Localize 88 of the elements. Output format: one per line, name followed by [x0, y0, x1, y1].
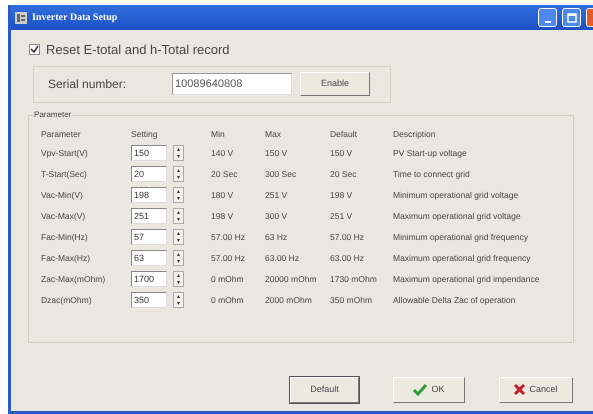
- default-button[interactable]: Default: [290, 376, 359, 402]
- min-value: 20 Sec: [211, 168, 238, 181]
- default-value: 63.00 Hz: [330, 252, 366, 265]
- max-value: 300 Sec: [265, 168, 298, 181]
- checkbox-label: Reset E-total and h-Total record: [46, 41, 230, 59]
- minimize-icon: [544, 20, 550, 22]
- down-arrow-icon[interactable]: [174, 216, 183, 224]
- setting-field[interactable]: 198: [131, 187, 167, 204]
- maximize-icon: [566, 12, 576, 22]
- down-arrow-icon[interactable]: [174, 279, 183, 286]
- column-header: Description: [393, 128, 437, 140]
- setting-field[interactable]: 57: [131, 229, 167, 246]
- close-button[interactable]: [586, 8, 593, 27]
- parameter-name: Vac-Min(V): [41, 188, 84, 202]
- min-value: 198 V: [211, 210, 234, 223]
- up-arrow-icon[interactable]: [174, 146, 183, 154]
- description: Maximum operational grid frequency: [393, 252, 532, 265]
- checkbox[interactable]: [29, 44, 40, 56]
- max-value: 150 V: [265, 146, 288, 160]
- serial-field[interactable]: 10089640808: [172, 73, 292, 95]
- default-value: 198 V: [330, 188, 354, 202]
- description: Maximum operational grid voltage: [393, 210, 522, 223]
- description: Maximum operational grid impendance: [393, 272, 540, 286]
- max-value: 63 Hz: [265, 230, 288, 244]
- default-value: 150 V: [330, 146, 354, 160]
- description: Minimum operational grid frequency: [393, 230, 530, 244]
- down-arrow-icon[interactable]: [174, 237, 183, 244]
- parameter-name: Fac-Max(Hz): [41, 252, 92, 265]
- column-header: Parameter: [41, 128, 82, 140]
- setting-field[interactable]: 251: [131, 208, 167, 224]
- default-value: 57.00 Hz: [330, 230, 366, 244]
- default-value: 20 Sec: [330, 168, 358, 181]
- parameter-name: Fac-Min(Hz): [41, 230, 89, 244]
- max-value: 2000 mOhm: [265, 294, 313, 307]
- column-header: Default: [330, 128, 358, 140]
- min-value: 140 V: [211, 146, 234, 160]
- ok-button[interactable]: OK: [393, 376, 465, 402]
- parameter-name: Vpv-Start(V): [41, 146, 89, 160]
- cancel-button[interactable]: Cancel: [499, 376, 573, 402]
- description: Allowable Delta Zac of operation: [393, 294, 516, 307]
- down-arrow-icon[interactable]: [174, 300, 183, 308]
- down-arrow-icon[interactable]: [174, 153, 183, 160]
- up-arrow-icon[interactable]: [174, 251, 183, 258]
- parameter-name: Vac-Max(V): [41, 210, 86, 223]
- up-arrow-icon[interactable]: [174, 188, 183, 196]
- maximize-button[interactable]: [562, 8, 581, 27]
- minimize-button[interactable]: [538, 8, 557, 27]
- description: Time to connect grid: [393, 168, 471, 181]
- default-value: 350 mOhm: [330, 294, 374, 307]
- down-arrow-icon[interactable]: [174, 258, 183, 266]
- up-arrow-icon[interactable]: [174, 293, 183, 300]
- max-value: 20000 mOhm: [265, 272, 318, 286]
- group-title: Parameter: [33, 108, 72, 120]
- setting-field[interactable]: 20: [131, 166, 167, 182]
- min-value: 0 mOhm: [211, 294, 245, 307]
- up-arrow-icon[interactable]: [174, 230, 183, 238]
- column-header: Setting: [131, 128, 158, 140]
- column-header: Max: [265, 128, 282, 140]
- min-value: 180 V: [211, 188, 234, 202]
- enable-button[interactable]: Enable: [300, 72, 370, 96]
- window-title: Inverter Data Setup: [32, 11, 118, 25]
- default-value: 251 V: [330, 210, 354, 223]
- setting-field[interactable]: 63: [131, 250, 167, 266]
- min-value: 57.00 Hz: [211, 230, 246, 244]
- up-arrow-icon[interactable]: [174, 272, 183, 280]
- check-icon: [413, 384, 428, 396]
- column-header: Min: [211, 128, 226, 140]
- parameter-name: Zac-Max(mOhm): [41, 272, 106, 286]
- parameter-name: T-Start(Sec): [41, 168, 88, 181]
- up-arrow-icon[interactable]: [174, 209, 183, 216]
- max-value: 63.00 Hz: [265, 252, 300, 265]
- description: PV Start-up voltage: [393, 146, 468, 160]
- setting-field[interactable]: 350: [131, 292, 167, 308]
- max-value: 300 V: [265, 210, 288, 223]
- min-value: 0 mOhm: [211, 272, 245, 286]
- description: Minimum operational grid voltage: [393, 188, 520, 202]
- min-value: 57.00 Hz: [211, 252, 246, 265]
- cross-icon: [514, 384, 526, 395]
- down-arrow-icon[interactable]: [174, 174, 183, 182]
- serial-label: Serial number:: [48, 76, 126, 93]
- setting-field[interactable]: 150: [131, 145, 167, 162]
- max-value: 251 V: [265, 188, 288, 202]
- up-arrow-icon[interactable]: [174, 167, 183, 174]
- parameter-name: Dzac(mOhm): [41, 294, 93, 307]
- down-arrow-icon[interactable]: [174, 195, 183, 202]
- default-value: 1730 mOhm: [330, 272, 378, 286]
- setting-field[interactable]: 1700: [131, 271, 167, 288]
- app-icon: [15, 12, 27, 24]
